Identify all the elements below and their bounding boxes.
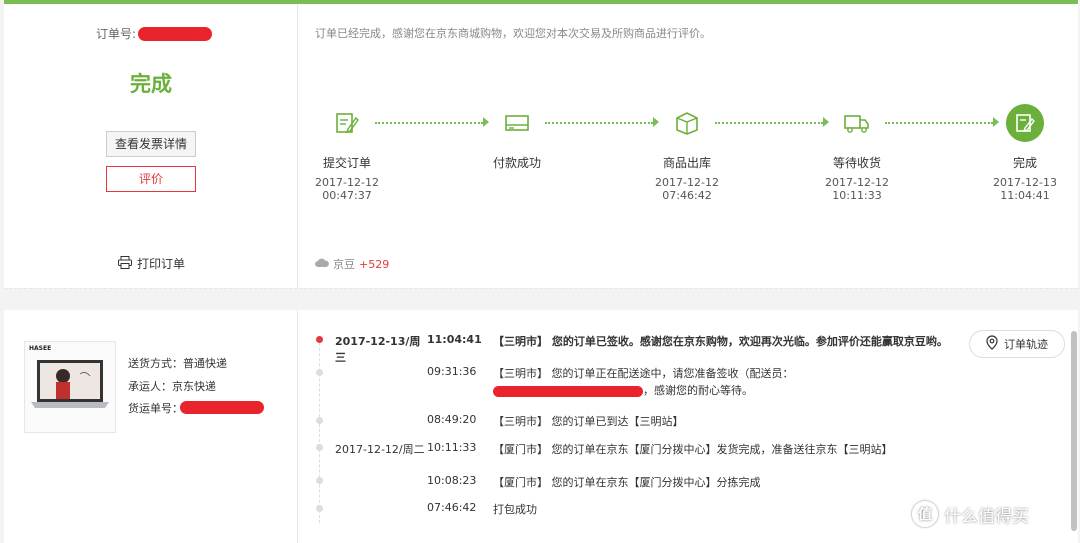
product-thumbnail[interactable]: HASEE: [24, 341, 116, 433]
order-summary-card: 订单号: 完成 查看发票详情 评价 打印订单 订单已经完成，感谢您在京东商城购物…: [4, 4, 1078, 288]
event-message: 【厦门市】 您的订单在京东【厦门分拨中心】发货完成，准备送往京东【三明站】: [493, 443, 893, 456]
step-label: 完成: [1012, 156, 1037, 170]
watermark: 值 什么值得买: [912, 501, 1029, 527]
jd-bean-value: +529: [359, 257, 390, 271]
progress-connector: [545, 122, 653, 124]
event-time: 08:49:20: [427, 413, 477, 426]
order-track-button[interactable]: 订单轨迹: [969, 330, 1065, 358]
printer-icon: [118, 255, 132, 272]
scrollbar[interactable]: [1071, 331, 1077, 531]
timeline-dot: [316, 477, 323, 484]
step-label: 付款成功: [492, 156, 541, 170]
shipping-method-row: 送货方式：普通快递: [128, 357, 227, 370]
timeline-line: [319, 338, 320, 523]
step-date: 2017-12-12: [315, 176, 379, 189]
event-message: 打包成功: [493, 503, 537, 516]
progress-step-outbound: 商品出库 2017-12-12 07:46:42: [647, 104, 727, 202]
location-pin-icon: [986, 334, 998, 354]
redaction-mark: [493, 385, 643, 397]
review-button[interactable]: 评价: [106, 166, 196, 192]
thanks-message: 订单已经完成，感谢您在京东商城购物，欢迎您对本次交易及所购商品进行评价。: [315, 27, 711, 40]
step-label: 提交订单: [322, 156, 371, 170]
event-message: 【三明市】 您的订单已到达【三明站】: [493, 415, 684, 428]
timeline-dot: [316, 444, 323, 451]
timeline-dot-current: [316, 336, 323, 343]
view-invoice-button[interactable]: 查看发票详情: [106, 131, 196, 157]
timeline-dot: [316, 417, 323, 424]
progress-step-submit: 提交订单 2017-12-12 00:47:37: [307, 104, 387, 202]
order-track-label: 订单轨迹: [1004, 338, 1048, 351]
edit-doc-icon: [328, 104, 366, 142]
order-progress-panel: 订单已经完成，感谢您在京东商城购物，欢迎您对本次交易及所购商品进行评价。 提交订…: [299, 4, 1078, 288]
event-time: 10:11:33: [427, 441, 477, 454]
card-icon: [498, 104, 536, 142]
event-message: 【三明市】 您的订单正在配送途中，请您准备签收（配送员：，感谢您的耐心等待。: [493, 367, 794, 397]
timeline-dot: [316, 369, 323, 376]
box-icon: [668, 104, 706, 142]
print-order-link[interactable]: 打印订单: [118, 255, 185, 272]
event-time: 09:31:36: [427, 365, 477, 378]
order-status-panel: 订单号: 完成 查看发票详情 评价 打印订单: [4, 4, 298, 288]
step-time: 07:46:42: [662, 189, 712, 202]
cloud-icon: [315, 258, 329, 271]
order-status: 完成: [130, 72, 172, 96]
event-message: 【厦门市】 您的订单在京东【厦门分拨中心】分拣完成: [493, 476, 761, 489]
print-order-label: 打印订单: [137, 257, 186, 271]
step-time: 11:04:41: [1000, 189, 1050, 202]
progress-step-delivery: 等待收货 2017-12-12 10:11:33: [817, 104, 897, 202]
progress-connector: [715, 122, 823, 124]
step-date: 2017-12-13: [993, 176, 1057, 189]
step-time: 00:47:37: [322, 189, 372, 202]
step-label: 等待收货: [832, 156, 881, 170]
progress-connector: [885, 122, 993, 124]
redaction-mark: [138, 27, 212, 41]
event-date: 2017-12-12/周二: [335, 443, 425, 456]
done-doc-icon: [1006, 104, 1044, 142]
timeline-dot: [316, 505, 323, 512]
order-number-label: 订单号:: [96, 27, 137, 41]
section-divider: [4, 288, 1078, 310]
event-time: 11:04:41: [427, 333, 482, 346]
event-date: 2017-12-13/周三: [335, 335, 421, 364]
watermark-logo: 值: [912, 501, 938, 527]
jd-bean-label: 京豆: [333, 258, 355, 271]
event-time: 07:46:42: [427, 501, 477, 514]
step-date: 2017-12-12: [825, 176, 889, 189]
shipping-info-panel: HASEE 送货方式：普通快递 承运人：京东快递 货运单号：: [4, 310, 298, 543]
redaction-mark: [180, 401, 264, 414]
step-label: 商品出库: [662, 156, 711, 170]
jd-bean-reward: 京豆 +529: [315, 256, 389, 272]
step-date: 2017-12-12: [655, 176, 719, 189]
carrier-row: 承运人：京东快递: [128, 379, 216, 393]
watermark-text: 什么值得买: [944, 506, 1029, 527]
truck-icon: [838, 104, 876, 142]
progress-connector: [375, 122, 483, 124]
step-time: 10:11:33: [832, 189, 882, 202]
progress-step-payment: 付款成功: [477, 104, 557, 171]
progress-step-complete: 完成 2017-12-13 11:04:41: [985, 104, 1065, 202]
event-time: 10:08:23: [427, 474, 477, 487]
event-message: 【三明市】 您的订单已签收。感谢您在京东购物，欢迎再次光临。参加评价还能赢取京豆…: [493, 335, 948, 348]
